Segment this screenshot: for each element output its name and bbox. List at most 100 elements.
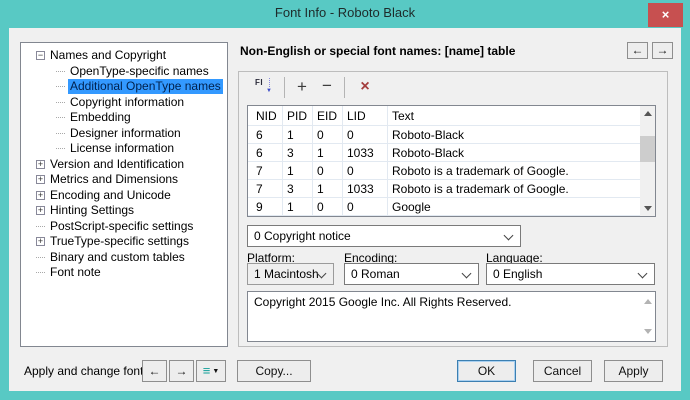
next-font-button[interactable]: → <box>169 360 194 382</box>
header-back-button[interactable]: ← <box>627 42 648 59</box>
tree-item-label: Encoding and Unicode <box>48 188 173 203</box>
tree-item-label: PostScript-specific settings <box>48 219 195 234</box>
tree-item-label: Version and Identification <box>48 157 186 172</box>
column-header: Text <box>388 106 640 126</box>
scrollbar-thumb[interactable] <box>640 136 655 162</box>
copy-button[interactable]: Copy... <box>237 360 311 382</box>
language-select[interactable]: 0 English <box>486 263 655 285</box>
expand-icon[interactable]: + <box>36 206 45 215</box>
table-cell: 3 <box>283 180 313 198</box>
chevron-down-icon <box>504 231 514 241</box>
name-text-field[interactable]: Copyright 2015 Google Inc. All Rights Re… <box>247 291 656 342</box>
tree-item-label: TrueType-specific settings <box>48 234 191 249</box>
tree-item[interactable]: Copyright information <box>21 95 227 111</box>
tree-item-label: Names and Copyright <box>48 48 168 63</box>
arrow-left-icon: ← <box>632 43 644 57</box>
platform-select[interactable]: 1 Macintosh <box>247 263 334 285</box>
expand-icon[interactable]: + <box>36 175 45 184</box>
window-title: Font Info - Roboto Black <box>0 5 690 20</box>
table-cell: 1 <box>283 162 313 180</box>
delete-all-button[interactable]: × <box>351 75 379 100</box>
tree-item[interactable]: −Names and Copyright <box>21 48 227 64</box>
tree-connector <box>36 226 45 227</box>
tree-item-label: Font note <box>48 265 103 280</box>
table-body-area: NIDPIDEIDLIDText 6100Roboto-Black6311033… <box>248 106 640 216</box>
tree-item[interactable]: +Version and Identification <box>21 157 227 173</box>
table-body: 6100Roboto-Black6311033Roboto-Black7100R… <box>248 126 640 216</box>
table-cell: 0 <box>343 198 388 216</box>
table-cell: 1 <box>283 198 313 216</box>
arrow-right-icon: → <box>657 43 669 57</box>
tree-item[interactable]: +TrueType-specific settings <box>21 234 227 250</box>
table-row[interactable]: 6100Roboto-Black <box>248 126 640 144</box>
prev-font-button[interactable]: ← <box>142 360 167 382</box>
tree-item-label: Embedding <box>68 110 133 125</box>
apply-button[interactable]: Apply <box>604 360 663 382</box>
table-cell: 1033 <box>343 180 388 198</box>
tree-item[interactable]: +Hinting Settings <box>21 203 227 219</box>
minus-icon: − <box>322 76 332 95</box>
table-cell: 6 <box>248 144 283 162</box>
table-row[interactable]: 6311033Roboto-Black <box>248 144 640 162</box>
close-button[interactable]: × <box>648 3 683 27</box>
name-table-panel: FI ▼ + − × NIDPIDEIDLIDText 6100Rob <box>238 71 668 347</box>
table-row[interactable]: 7311033Roboto is a trademark of Google. <box>248 180 640 198</box>
font-info-window: Font Info - Roboto Black × −Names and Co… <box>0 0 690 400</box>
scroll-down-icon[interactable] <box>640 201 655 216</box>
tree-item[interactable]: +Metrics and Dimensions <box>21 172 227 188</box>
table-cell: Google <box>388 198 640 216</box>
red-x-icon: × <box>360 78 369 95</box>
chevron-down-icon <box>462 269 472 279</box>
cancel-button[interactable]: Cancel <box>533 360 592 382</box>
expand-icon[interactable]: + <box>36 191 45 200</box>
table-row[interactable]: 9100Google <box>248 198 640 216</box>
tree-item[interactable]: Font note <box>21 265 227 281</box>
tree-item[interactable]: OpenType-specific names <box>21 64 227 80</box>
encoding-select[interactable]: 0 Roman <box>344 263 479 285</box>
titlebar[interactable]: Font Info - Roboto Black × <box>0 0 690 28</box>
name-table-toolbar: FI ▼ + − × <box>239 72 667 103</box>
tree-connector <box>56 148 65 149</box>
tree-item-label: Designer information <box>68 126 183 141</box>
add-record-button[interactable]: + <box>291 75 313 100</box>
apply-change-font-label: Apply and change font: <box>24 360 147 382</box>
table-cell: 7 <box>248 180 283 198</box>
table-scrollbar[interactable] <box>640 106 655 216</box>
collapse-icon[interactable]: − <box>36 51 45 60</box>
chevron-down-icon <box>638 269 648 279</box>
tree-item[interactable]: +Encoding and Unicode <box>21 188 227 204</box>
tree-item[interactable]: Embedding <box>21 110 227 126</box>
menu-lines-icon: ≡ <box>203 363 211 378</box>
fi-dropdown-button[interactable]: FI ▼ <box>248 75 278 100</box>
scroll-up-icon[interactable] <box>640 106 655 121</box>
ok-button[interactable]: OK <box>457 360 516 382</box>
column-header: EID <box>313 106 343 126</box>
table-cell: Roboto-Black <box>388 144 640 162</box>
record-type-value: 0 Copyright notice <box>254 229 351 243</box>
expand-icon[interactable]: + <box>36 160 45 169</box>
tree-connector <box>56 102 65 103</box>
table-row[interactable]: 7100Roboto is a trademark of Google. <box>248 162 640 180</box>
tree-item[interactable]: License information <box>21 141 227 157</box>
tree-item[interactable]: Binary and custom tables <box>21 250 227 266</box>
caret-down-icon: ▼ <box>212 368 219 375</box>
language-value: 0 English <box>493 267 542 281</box>
tree-item[interactable]: PostScript-specific settings <box>21 219 227 235</box>
table-cell: 7 <box>248 162 283 180</box>
plus-icon: + <box>297 77 307 96</box>
tree-item[interactable]: Additional OpenType names <box>21 79 227 95</box>
expand-icon[interactable]: + <box>36 237 45 246</box>
column-header: PID <box>283 106 313 126</box>
tree-item-label: License information <box>68 141 176 156</box>
panel-title: Non-English or special font names: [name… <box>240 44 610 58</box>
arrow-left-icon: ← <box>149 364 161 378</box>
record-type-select[interactable]: 0 Copyright notice <box>247 225 521 247</box>
tree-connector <box>36 257 45 258</box>
tree-connector <box>36 272 45 273</box>
font-list-menu-button[interactable]: ≡▼ <box>196 360 226 382</box>
tree-item[interactable]: Designer information <box>21 126 227 142</box>
header-forward-button[interactable]: → <box>652 42 673 59</box>
remove-record-button[interactable]: − <box>316 75 338 100</box>
fi-icon: FI <box>252 78 270 87</box>
name-text-value: Copyright 2015 Google Inc. All Rights Re… <box>254 295 511 309</box>
